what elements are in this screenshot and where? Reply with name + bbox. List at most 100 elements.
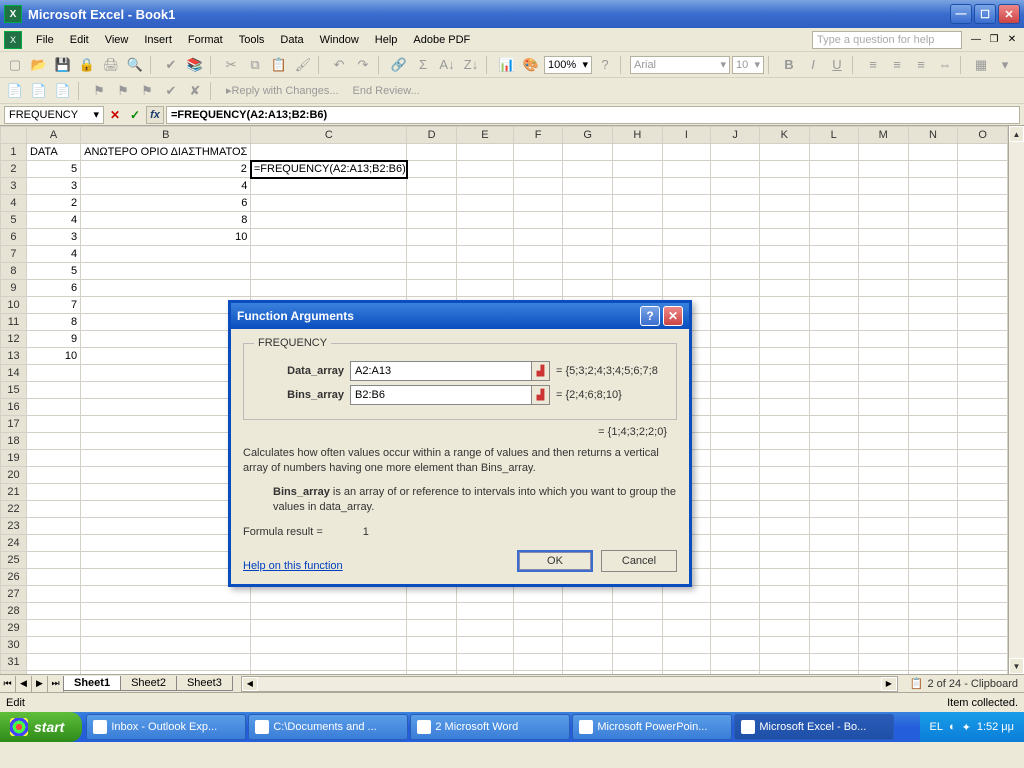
cell-L28[interactable] — [809, 603, 858, 620]
underline-icon[interactable]: U — [826, 54, 848, 76]
cell-N19[interactable] — [908, 450, 958, 467]
cell-D29[interactable] — [407, 620, 457, 637]
help-search-box[interactable]: Type a question for help — [812, 31, 962, 49]
cell-M29[interactable] — [858, 620, 908, 637]
cell-A30[interactable] — [26, 637, 80, 654]
col-header-E[interactable]: E — [456, 127, 513, 144]
cell-K23[interactable] — [760, 518, 809, 535]
cell-B1[interactable]: ΑΝΩΤΕΡΟ ΟΡΙΟ ΔΙΑΣΤΗΜΑΤΟΣ — [81, 144, 251, 161]
row-header-23[interactable]: 23 — [1, 518, 27, 535]
cell-M31[interactable] — [858, 654, 908, 671]
cell-E6[interactable] — [456, 229, 513, 246]
col-header-H[interactable]: H — [613, 127, 663, 144]
end-review-button[interactable]: End Review... — [347, 85, 426, 97]
cell-H7[interactable] — [613, 246, 663, 263]
cell-J2[interactable] — [711, 161, 760, 178]
cell-H27[interactable] — [613, 586, 663, 603]
menu-adobe-pdf[interactable]: Adobe PDF — [405, 32, 478, 48]
cell-J11[interactable] — [711, 314, 760, 331]
cell-M11[interactable] — [858, 314, 908, 331]
cell-I32[interactable] — [662, 671, 710, 675]
cell-K13[interactable] — [760, 348, 809, 365]
cell-N10[interactable] — [908, 297, 958, 314]
cell-E7[interactable] — [456, 246, 513, 263]
cell-K22[interactable] — [760, 501, 809, 518]
cell-J4[interactable] — [711, 195, 760, 212]
taskbar-task-2[interactable]: 2 Microsoft Word — [410, 714, 570, 740]
cell-M23[interactable] — [858, 518, 908, 535]
cell-K10[interactable] — [760, 297, 809, 314]
cell-O4[interactable] — [958, 195, 1008, 212]
cell-B26[interactable] — [81, 569, 251, 586]
cancel-button[interactable]: Cancel — [601, 550, 677, 572]
cell-D7[interactable] — [407, 246, 457, 263]
cell-H28[interactable] — [613, 603, 663, 620]
cell-H9[interactable] — [613, 280, 663, 297]
dialog-help-button[interactable]: ? — [640, 306, 660, 326]
new-icon[interactable]: ▢ — [4, 54, 26, 76]
col-header-A[interactable]: A — [26, 127, 80, 144]
row-header-26[interactable]: 26 — [1, 569, 27, 586]
tray-icon[interactable]: ✦ — [962, 721, 971, 734]
tray-icon[interactable]: ◐ — [949, 721, 956, 733]
cell-F1[interactable] — [514, 144, 563, 161]
cell-H5[interactable] — [613, 212, 663, 229]
undo-icon[interactable]: ↶ — [328, 54, 350, 76]
cell-L2[interactable] — [809, 161, 858, 178]
cell-D6[interactable] — [407, 229, 457, 246]
cell-A5[interactable]: 4 — [26, 212, 80, 229]
cell-E1[interactable] — [456, 144, 513, 161]
row-header-5[interactable]: 5 — [1, 212, 27, 229]
col-header-C[interactable]: C — [251, 127, 407, 144]
cell-D8[interactable] — [407, 263, 457, 280]
more-icon[interactable]: ▾ — [994, 54, 1016, 76]
cell-N17[interactable] — [908, 416, 958, 433]
row-header-16[interactable]: 16 — [1, 399, 27, 416]
cell-D4[interactable] — [407, 195, 457, 212]
language-indicator[interactable]: EL — [930, 721, 943, 733]
spelling-icon[interactable]: ✔ — [160, 54, 182, 76]
cell-L26[interactable] — [809, 569, 858, 586]
row-header-1[interactable]: 1 — [1, 144, 27, 161]
pdf-review-icon[interactable]: 📄 — [52, 80, 74, 102]
cell-K15[interactable] — [760, 382, 809, 399]
cell-L7[interactable] — [809, 246, 858, 263]
cell-N26[interactable] — [908, 569, 958, 586]
cell-N18[interactable] — [908, 433, 958, 450]
cell-B20[interactable] — [81, 467, 251, 484]
cell-M7[interactable] — [858, 246, 908, 263]
cell-A9[interactable]: 6 — [26, 280, 80, 297]
cell-B12[interactable] — [81, 331, 251, 348]
cell-N5[interactable] — [908, 212, 958, 229]
horizontal-scrollbar[interactable]: ◀ ▶ — [241, 676, 898, 692]
cell-D30[interactable] — [407, 637, 457, 654]
cell-D32[interactable] — [407, 671, 457, 675]
sheet-nav-prev-icon[interactable]: ◀ — [16, 676, 32, 692]
cell-I1[interactable] — [662, 144, 710, 161]
formula-input[interactable]: =FREQUENCY(A2:A13;B2:B6) — [166, 106, 1020, 124]
cell-K26[interactable] — [760, 569, 809, 586]
cell-K9[interactable] — [760, 280, 809, 297]
cell-G6[interactable] — [563, 229, 613, 246]
drawing-icon[interactable]: 🎨 — [520, 54, 542, 76]
vertical-scrollbar[interactable]: ▲ ▼ — [1008, 126, 1024, 674]
cell-O13[interactable] — [958, 348, 1008, 365]
cell-F7[interactable] — [514, 246, 563, 263]
cell-G8[interactable] — [563, 263, 613, 280]
cell-H4[interactable] — [613, 195, 663, 212]
cell-G1[interactable] — [563, 144, 613, 161]
cell-B2[interactable]: 2 — [81, 161, 251, 178]
cell-O29[interactable] — [958, 620, 1008, 637]
cell-M20[interactable] — [858, 467, 908, 484]
cell-I6[interactable] — [662, 229, 710, 246]
cell-H1[interactable] — [613, 144, 663, 161]
cell-J14[interactable] — [711, 365, 760, 382]
cell-K28[interactable] — [760, 603, 809, 620]
cell-I4[interactable] — [662, 195, 710, 212]
cell-E29[interactable] — [456, 620, 513, 637]
help-icon[interactable]: ? — [594, 54, 616, 76]
cell-L20[interactable] — [809, 467, 858, 484]
cell-C8[interactable] — [251, 263, 407, 280]
name-box[interactable]: FREQUENCY▾ — [4, 106, 104, 124]
scroll-left-icon[interactable]: ◀ — [242, 677, 258, 691]
